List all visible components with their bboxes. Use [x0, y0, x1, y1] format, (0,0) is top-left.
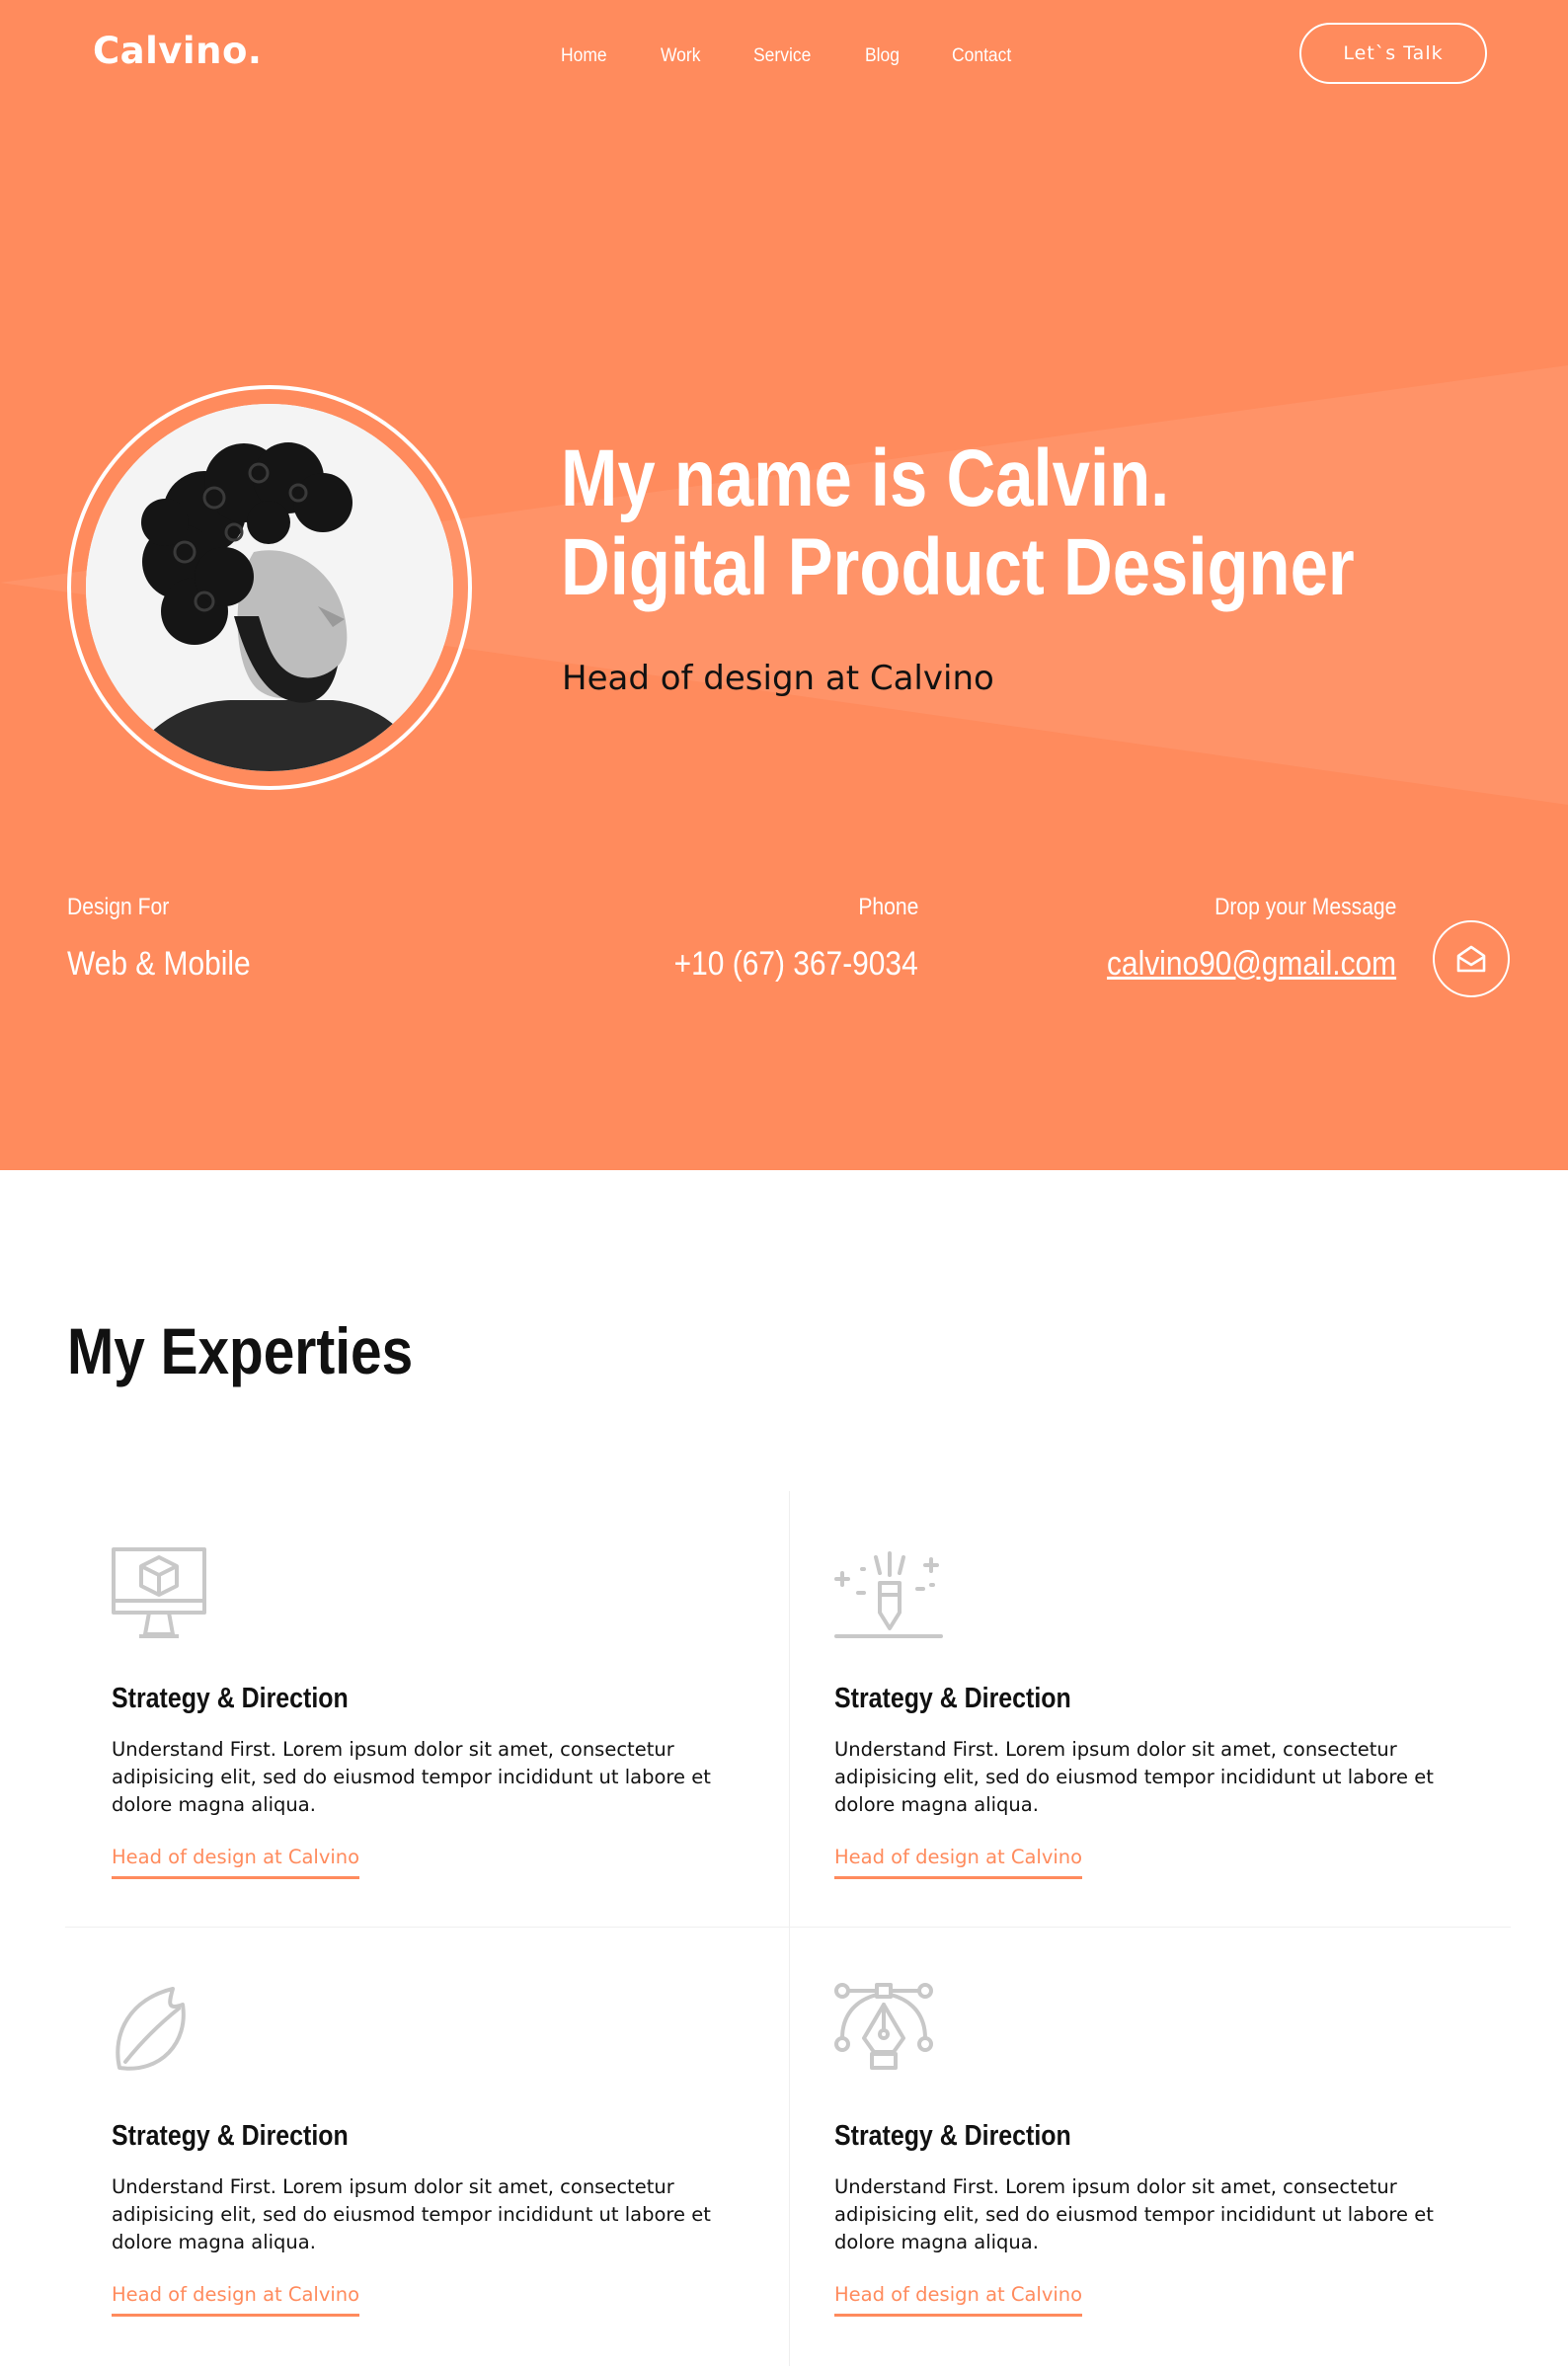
profile-photo [86, 404, 453, 771]
message-label: Drop your Message [1214, 894, 1396, 920]
phone-label: Phone [857, 894, 918, 920]
card-link[interactable]: Head of design at Calvino [834, 1846, 1083, 1879]
card-title: Strategy & Direction [112, 2120, 349, 2152]
profile-photo-illustration [86, 404, 453, 771]
nav-item-work[interactable]: Work [661, 45, 700, 67]
leaf-icon [116, 1987, 186, 2071]
monitor-cube-icon [112, 1547, 206, 1638]
experties-title: My Experties [67, 1314, 414, 1387]
nav-item-service[interactable]: Service [753, 45, 811, 67]
mail-button[interactable] [1433, 920, 1510, 997]
hero-title-line-2: Digital Product Designer [561, 522, 1355, 612]
card-text: Understand First. Lorem ipsum dolor sit … [112, 2175, 711, 2253]
pen-sparkle-icon [834, 1551, 943, 1638]
grid-divider-vertical [789, 1491, 790, 2366]
card-title: Strategy & Direction [112, 1683, 349, 1714]
design-for-value: Web & Mobile [67, 945, 251, 983]
envelope-open-icon [1456, 945, 1486, 973]
main-menu: Home Work Service Blog Contact [561, 45, 1066, 67]
nav-item-contact[interactable]: Contact [952, 45, 1011, 67]
hero-subtitle: Head of design at Calvino [562, 659, 994, 698]
email-link[interactable]: calvino90@gmail.com [1107, 945, 1396, 984]
nav-item-blog[interactable]: Blog [865, 45, 900, 67]
nav-item-home[interactable]: Home [561, 45, 607, 67]
grid-divider-horizontal [65, 1927, 1511, 1928]
card-text: Understand First. Lorem ipsum dolor sit … [834, 1738, 1434, 1816]
hero-title-line-1: My name is Calvin. [561, 434, 1170, 523]
card-link[interactable]: Head of design at Calvino [112, 1846, 360, 1879]
design-for-label: Design For [67, 894, 170, 920]
card-link[interactable]: Head of design at Calvino [112, 2283, 360, 2317]
hero-title: My name is Calvin. Digital Product Desig… [561, 434, 1355, 612]
hero-section: Calvino. Home Work Service Blog Contact … [0, 0, 1568, 1170]
card-link[interactable]: Head of design at Calvino [834, 2283, 1083, 2317]
card-text: Understand First. Lorem ipsum dolor sit … [112, 1738, 711, 1816]
vector-pen-tool-icon [834, 1983, 933, 2070]
card-text: Understand First. Lorem ipsum dolor sit … [834, 2175, 1434, 2253]
lets-talk-button[interactable]: Let`s Talk [1299, 23, 1487, 84]
phone-value[interactable]: +10 (67) 367-9034 [674, 945, 918, 984]
card-title: Strategy & Direction [834, 2120, 1071, 2152]
site-logo[interactable]: Calvino. [93, 30, 262, 72]
top-navigation: Calvino. Home Work Service Blog Contact … [0, 0, 1568, 118]
card-title: Strategy & Direction [834, 1683, 1071, 1714]
